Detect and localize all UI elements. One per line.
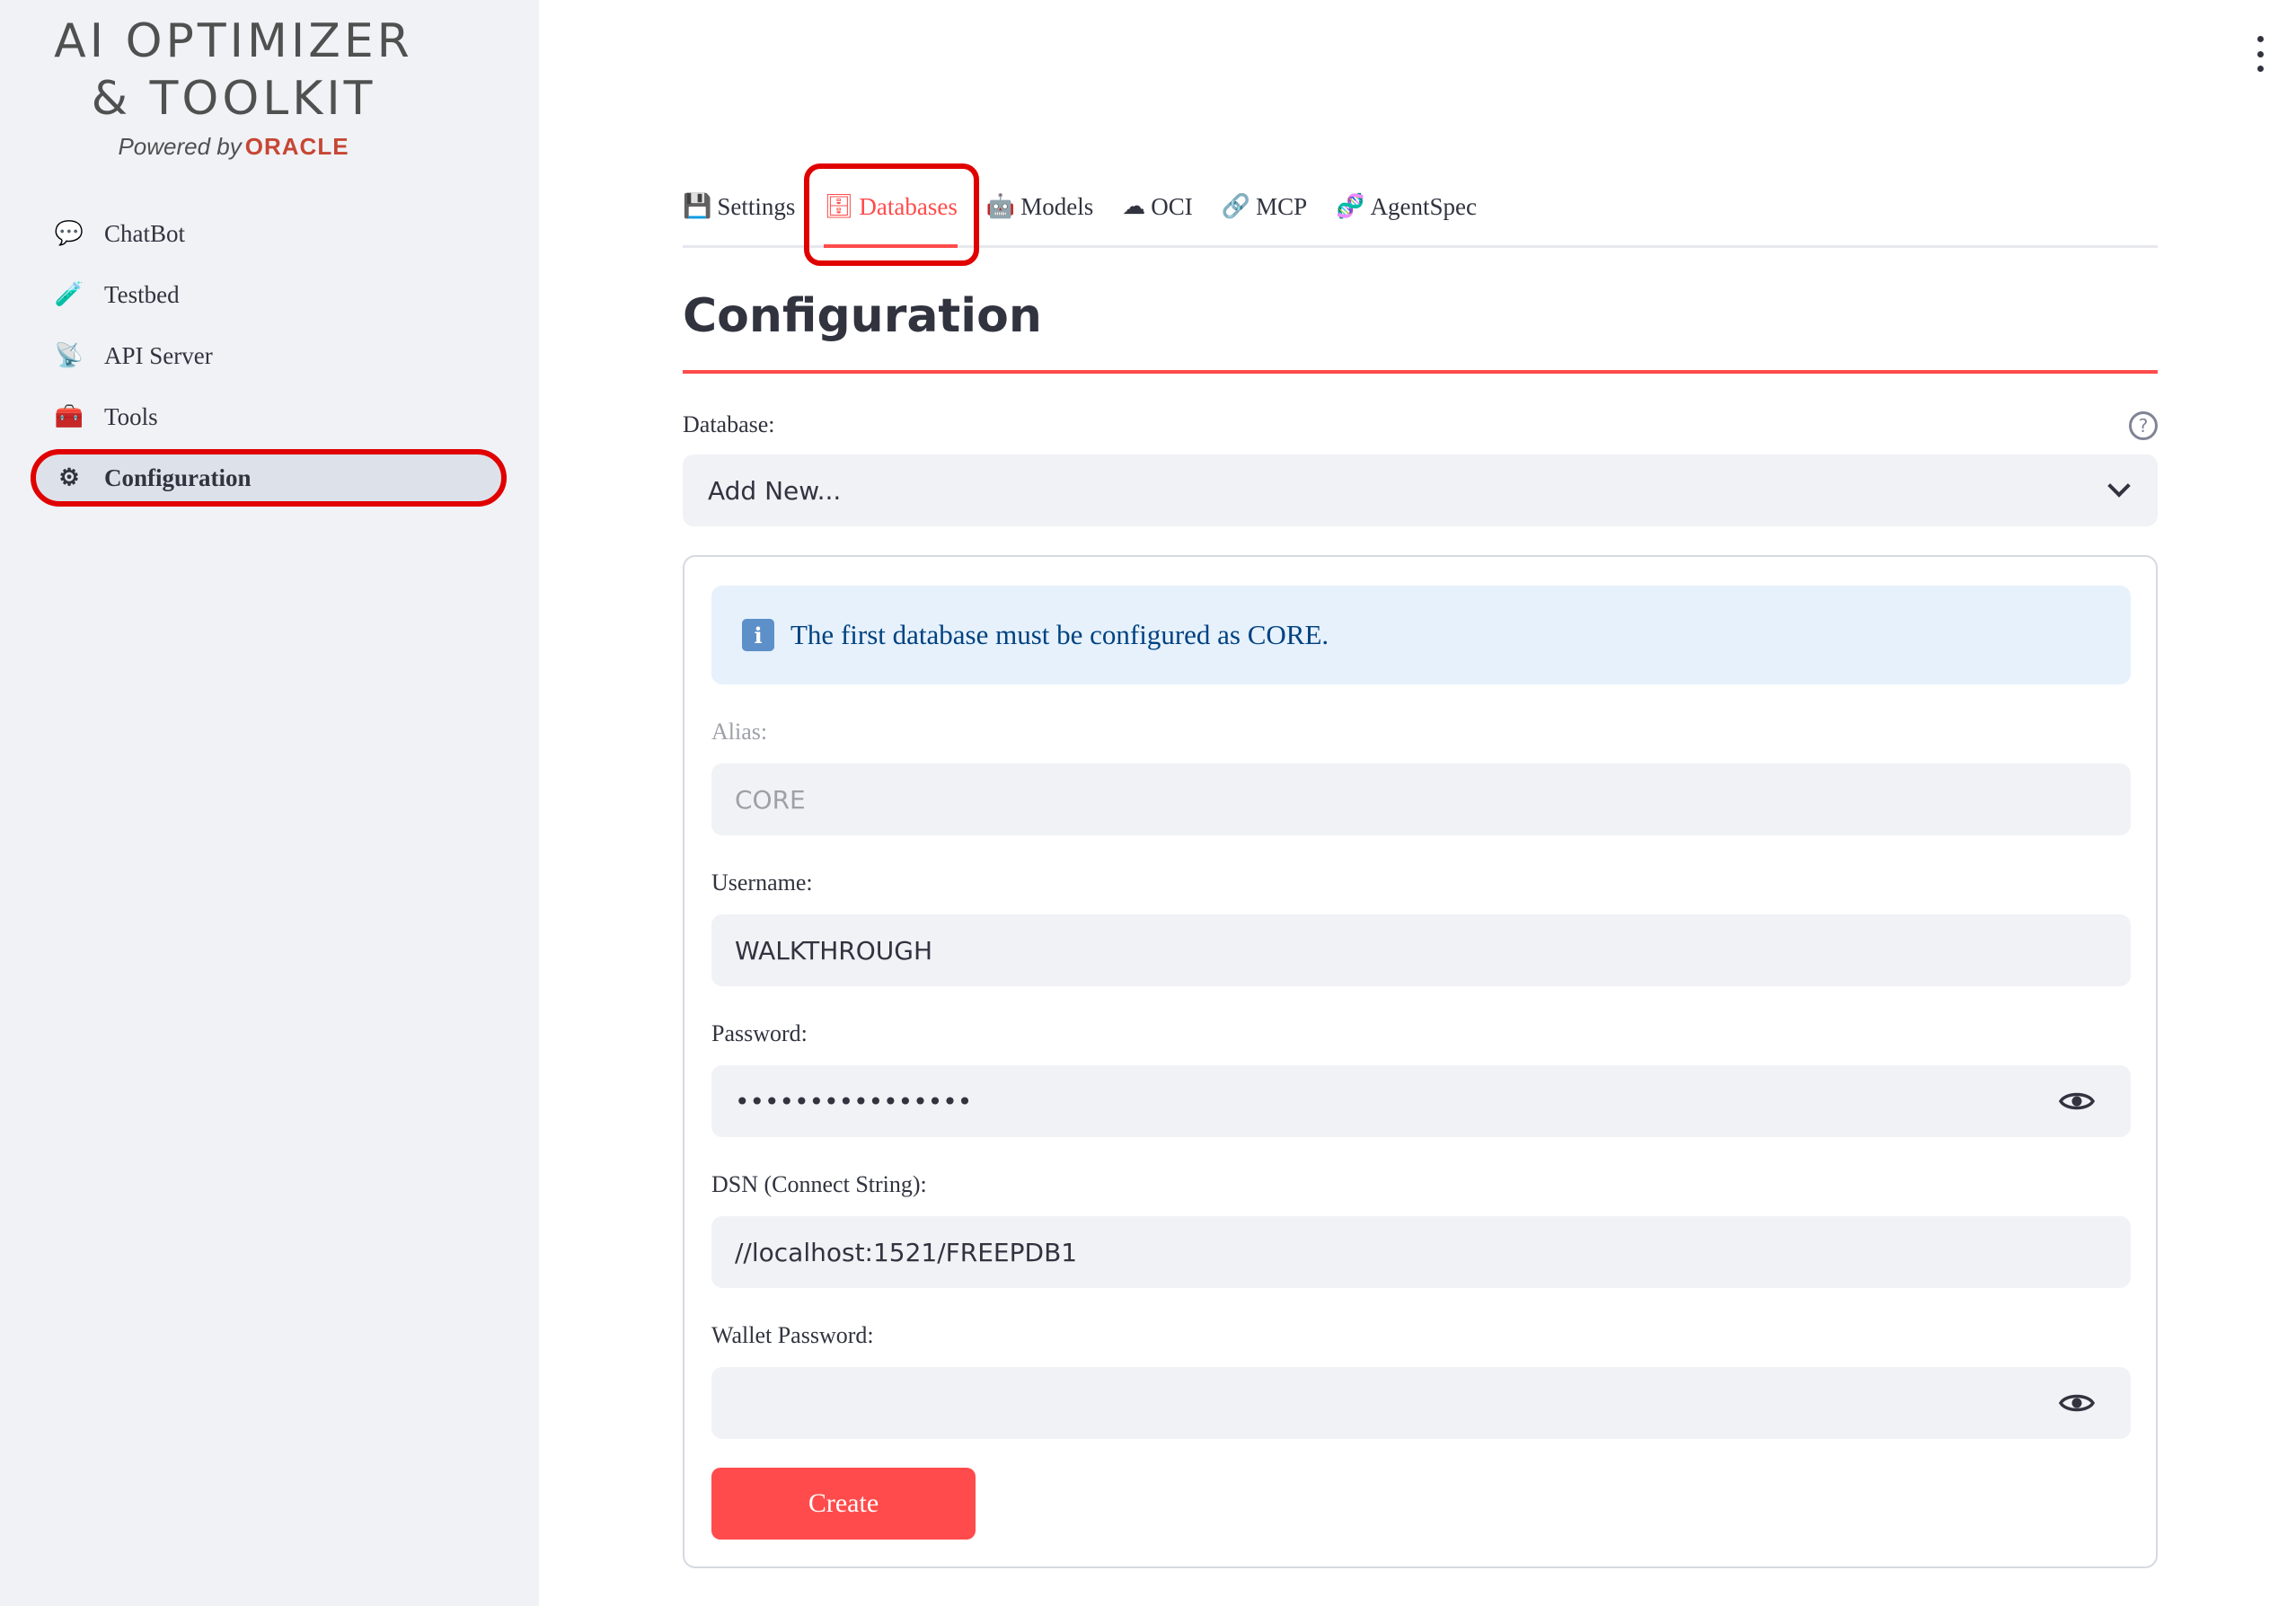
sidebar-item-configuration[interactable]: ⚙ Configuration (31, 447, 507, 508)
tab-agentspec[interactable]: 🧬 AgentSpec (1336, 180, 1477, 234)
password-field[interactable]: •••••••••••••••• (711, 1065, 2131, 1137)
sidebar-nav: 💬 ChatBot 🧪 Testbed 📡 API Server 🧰 Tools… (31, 203, 507, 508)
help-icon[interactable]: ? (2129, 411, 2158, 440)
selection-highlight (31, 449, 507, 507)
tab-label: AgentSpec (1370, 192, 1477, 220)
sidebar-item-label: Tools (104, 402, 158, 430)
info-message: The first database must be configured as… (790, 619, 1329, 650)
tab-settings[interactable]: 💾 Settings (683, 180, 795, 234)
logo-line-2: & TOOLKIT (91, 72, 376, 126)
tab-label: OCI (1151, 192, 1193, 220)
sidebar-item-testbed[interactable]: 🧪 Testbed (36, 264, 503, 325)
database-select-value: Add New... (708, 475, 842, 506)
speech-bubble-icon: 💬 (54, 220, 84, 246)
kebab-dot (2256, 36, 2264, 42)
sidebar-item-api-server[interactable]: 📡 API Server (36, 325, 503, 386)
wallet-password-field[interactable] (711, 1367, 2131, 1439)
powered-by-text: Powered by (118, 133, 242, 160)
tab-databases[interactable]: 🗄 Databases (804, 163, 979, 266)
database-form: i The first database must be configured … (683, 555, 2158, 1568)
oracle-logo: ORACLE (244, 133, 349, 160)
tab-label: Models (1020, 192, 1094, 220)
test-tube-icon: 🧪 (54, 281, 84, 307)
app-logo: AI OPTIMIZER & TOOLKIT Powered by ORACLE (0, 13, 467, 161)
tab-label: Settings (717, 192, 796, 220)
sidebar-item-chatbot[interactable]: 💬 ChatBot (36, 203, 503, 264)
link-icon: 🔗 (1221, 193, 1251, 219)
alias-value: CORE (735, 784, 806, 815)
sidebar-item-label: Configuration (104, 463, 252, 491)
tab-mcp[interactable]: 🔗 MCP (1222, 180, 1307, 234)
sidebar: AI OPTIMIZER & TOOLKIT Powered by ORACLE … (0, 0, 539, 1606)
sidebar-item-label: ChatBot (104, 219, 186, 247)
powered-by: Powered by ORACLE (0, 133, 467, 161)
dsn-value: //localhost:1521/FREEPDB1 (735, 1237, 1078, 1267)
robot-icon: 🤖 (985, 193, 1016, 219)
floppy-disk-icon: 💾 (683, 193, 712, 219)
chevron-down-icon (2107, 474, 2131, 498)
kebab-dot (2256, 50, 2264, 57)
wallet-password-label: Wallet Password: (711, 1322, 874, 1348)
config-tabs: 💾 Settings 🗄 Databases 🤖 Models ☁ OCI 🔗 … (683, 163, 2158, 266)
database-label: Database: (683, 411, 775, 437)
selection-highlight (804, 163, 979, 266)
database-select[interactable]: Add New... (683, 454, 2158, 526)
toolbox-icon: 🧰 (54, 403, 84, 429)
show-wallet-password-eye-icon[interactable] (2059, 1392, 2095, 1414)
username-label: Username: (711, 869, 813, 896)
gear-icon: ⚙ (58, 464, 80, 490)
sidebar-item-tools[interactable]: 🧰 Tools (36, 386, 503, 447)
satellite-dish-icon: 📡 (54, 342, 84, 368)
sidebar-item-label: Testbed (104, 280, 180, 308)
create-button[interactable]: Create (711, 1468, 976, 1540)
title-divider (683, 370, 2158, 374)
cloud-icon: ☁ (1122, 193, 1146, 219)
sidebar-item-label: API Server (104, 341, 213, 369)
dsn-field[interactable]: //localhost:1521/FREEPDB1 (711, 1216, 2131, 1288)
alias-label: Alias: (711, 719, 768, 745)
username-value: WALKTHROUGH (735, 935, 932, 966)
tab-oci[interactable]: ☁ OCI (1122, 180, 1193, 234)
info-alert: i The first database must be configured … (711, 586, 2131, 684)
page-title: Configuration (683, 289, 1042, 343)
kebab-dot (2256, 66, 2264, 72)
info-icon: i (742, 619, 774, 651)
username-field[interactable]: WALKTHROUGH (711, 914, 2131, 986)
password-label: Password: (711, 1020, 808, 1046)
dna-icon: 🧬 (1336, 193, 1365, 219)
show-password-eye-icon[interactable] (2059, 1090, 2095, 1112)
alias-field: CORE (711, 763, 2131, 835)
main-menu-button[interactable] (2251, 36, 2269, 72)
tab-label: MCP (1256, 192, 1308, 220)
tab-models[interactable]: 🤖 Models (986, 180, 1093, 234)
dsn-label: DSN (Connect String): (711, 1171, 927, 1197)
logo-line-1: AI OPTIMIZER (54, 14, 413, 68)
password-value: •••••••••••••••• (735, 1086, 973, 1116)
